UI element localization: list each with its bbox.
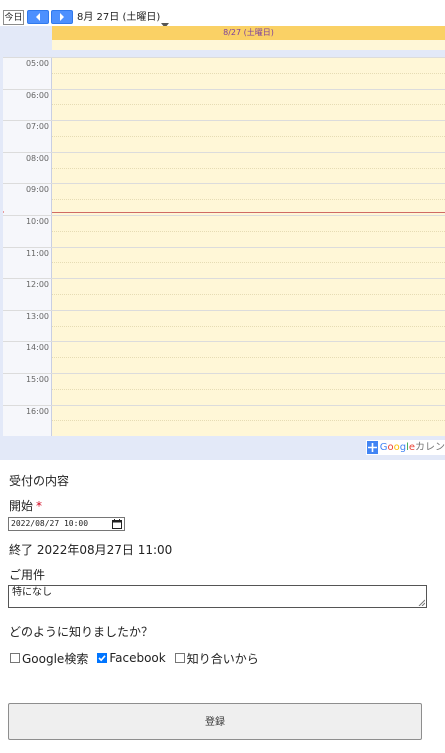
prev-day-button[interactable] <box>27 10 49 24</box>
source-options: Google検索 Facebook 知り合いから <box>10 650 268 667</box>
start-datetime-input[interactable]: 2022/08/27 10:00 <box>8 517 125 531</box>
hour-label: 15:00 <box>25 375 49 384</box>
dayhead-gutter <box>3 26 52 52</box>
purpose-label: ご用件 <box>9 568 46 582</box>
resize-handle-icon[interactable] <box>418 599 425 606</box>
hour-line <box>3 309 445 311</box>
all-day-row[interactable] <box>52 40 445 50</box>
required-mark: * <box>36 499 43 513</box>
plus-icon <box>367 441 378 454</box>
calendar-toolbar: 今日 8月 27日 (土曜日) <box>0 0 445 28</box>
checkbox[interactable] <box>174 653 185 663</box>
half-hour-line <box>52 294 445 295</box>
hour-label: 14:00 <box>25 343 49 353</box>
option-facebook[interactable]: Facebook <box>97 651 166 665</box>
hour-label: 12:00 <box>25 280 49 290</box>
half-hour-line <box>52 230 445 232</box>
start-datetime-value: 2022/08/27 10:00 <box>11 519 89 528</box>
day-header-title[interactable]: 8/27 (土曜日) <box>52 26 445 40</box>
half-hour-line <box>52 388 445 390</box>
option-acquaintance[interactable]: 知り合いから <box>174 650 259 667</box>
day-header: 8/27 (土曜日) <box>52 26 445 52</box>
checkbox-checked[interactable] <box>97 653 108 663</box>
chevron-right-icon <box>60 13 64 21</box>
hour-label: 06:00 <box>25 90 49 100</box>
next-day-button[interactable] <box>51 10 73 24</box>
hour-label: 16:00 <box>25 406 49 416</box>
hour-line <box>3 246 445 248</box>
purpose-textarea[interactable]: 特になし <box>8 585 427 608</box>
hour-line <box>3 341 445 343</box>
hour-line <box>3 151 445 153</box>
half-hour-line <box>52 325 445 327</box>
hour-label: 11:00 <box>25 248 49 258</box>
half-hour-line <box>52 199 445 201</box>
google-calendar-text: Googleカレン <box>379 442 445 453</box>
current-time-marker-icon <box>3 209 4 215</box>
hour-label: 05:00 <box>25 59 49 68</box>
chevron-left-icon <box>36 13 40 21</box>
half-hour-line <box>52 262 445 264</box>
hour-label: 07:00 <box>25 122 49 132</box>
end-time-text: 終了 2022年08月27日 11:00 <box>9 543 173 557</box>
hour-label: 09:00 <box>25 185 49 195</box>
hour-line <box>3 215 445 216</box>
half-hour-line <box>52 357 445 359</box>
half-hour-line <box>52 72 445 74</box>
check-icon <box>98 655 106 662</box>
calendar-icon[interactable] <box>112 519 122 529</box>
hour-line <box>3 57 445 58</box>
submit-button[interactable]: 登録 <box>8 703 422 740</box>
hour-line <box>3 183 445 185</box>
google-calendar-badge[interactable]: Googleカレン <box>366 440 445 455</box>
calendar-widget: 今日 8月 27日 (土曜日) 8/27 (土曜日) 05:00 06:00 07:… <box>0 0 445 460</box>
hour-label: 08:00 <box>25 153 49 163</box>
half-hour-line <box>52 167 445 169</box>
half-hour-line <box>52 104 445 106</box>
hour-line <box>3 88 445 90</box>
checkbox[interactable] <box>10 653 20 663</box>
hour-line <box>3 373 445 374</box>
current-time-line <box>52 212 445 213</box>
time-grid: 05:00 06:00 07:00 08:00 09:00 10:00 11:00 12:00… <box>3 57 445 436</box>
today-button[interactable]: 今日 <box>3 10 24 25</box>
source-question: どのように知りましたか？ <box>9 625 154 639</box>
option-google-search[interactable]: Google検索 <box>10 650 88 667</box>
header-separator <box>52 50 445 52</box>
hour-line <box>3 120 445 122</box>
hour-label: 13:00 <box>25 311 49 321</box>
form-title: 受付の内容 <box>9 474 70 488</box>
half-hour-line <box>52 420 445 422</box>
hour-line <box>3 278 445 280</box>
hour-label: 10:00 <box>25 217 49 226</box>
half-hour-line <box>52 136 445 137</box>
start-label: 開始 * <box>9 499 43 513</box>
purpose-value: 特になし <box>12 587 52 598</box>
current-date-label: 8月 27日 (土曜日) <box>77 12 161 23</box>
hour-line <box>3 404 445 406</box>
